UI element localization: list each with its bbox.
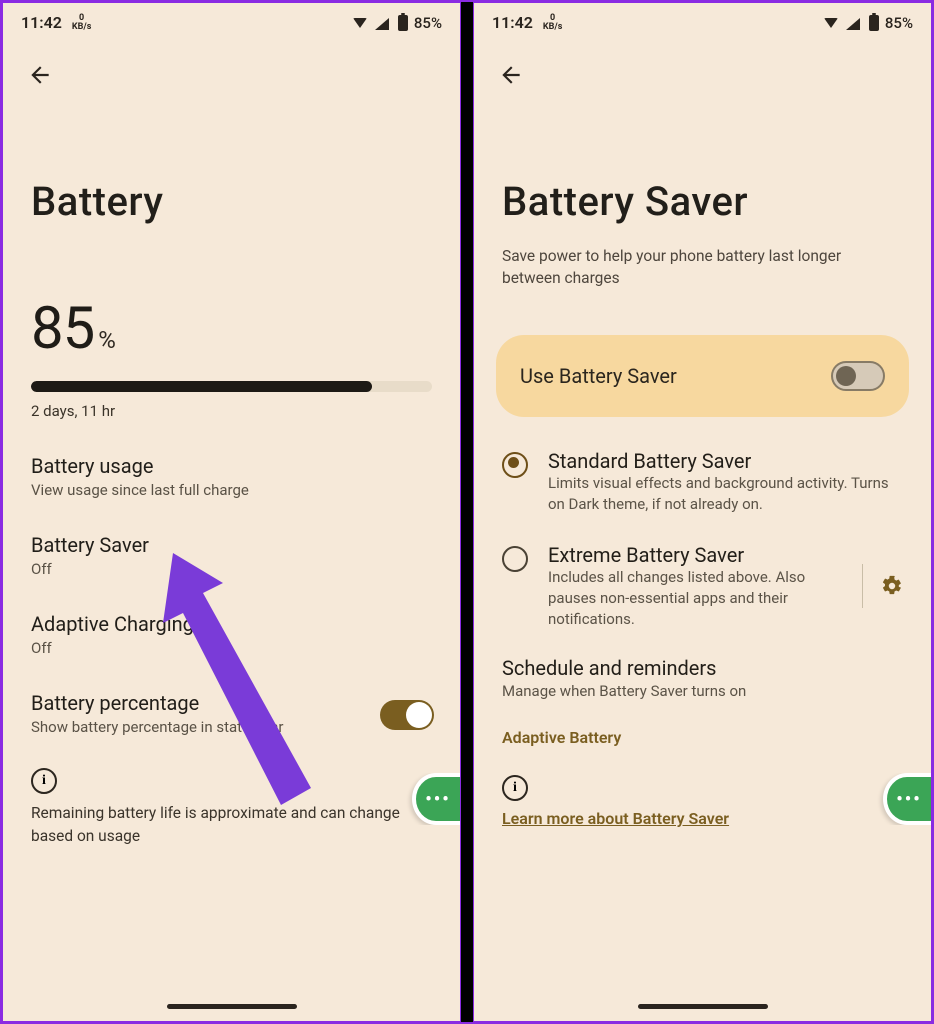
use-battery-saver-card[interactable]: Use Battery Saver: [496, 335, 909, 417]
extreme-saver-settings-button[interactable]: [862, 564, 903, 608]
fab-more-button[interactable]: •••: [412, 773, 460, 825]
setting-title: Battery percentage: [31, 691, 432, 715]
nav-pill[interactable]: [167, 1004, 297, 1009]
setting-title: Battery Saver: [31, 533, 432, 557]
cell-signal-icon: [845, 16, 863, 30]
setting-desc: Manage when Battery Saver turns on: [502, 680, 903, 700]
status-bar: 11:42 0 KB/s 85%: [474, 3, 931, 34]
setting-desc: Off: [31, 638, 432, 659]
battery-progress-fill: [31, 381, 372, 392]
page-title: Battery: [3, 88, 460, 245]
battery-percentage-toggle[interactable]: [380, 700, 434, 730]
status-battery-pct: 85%: [414, 14, 442, 32]
adaptive-battery-section-label: Adaptive Battery: [474, 700, 931, 753]
battery-saver-item[interactable]: Battery Saver Off: [3, 517, 460, 596]
battery-note: Remaining battery life is approximate an…: [3, 802, 460, 849]
battery-progress-bar: [31, 381, 432, 392]
status-time: 11:42: [21, 13, 62, 32]
option-desc: Includes all changes listed above. Also …: [548, 567, 849, 630]
status-bar: 11:42 0 KB/s 85%: [3, 3, 460, 34]
status-net-rate: 0 KB/s: [543, 14, 562, 32]
back-button[interactable]: [498, 62, 524, 88]
nav-pill[interactable]: [638, 1004, 768, 1009]
radio-unselected[interactable]: [502, 546, 528, 572]
gear-icon: [881, 575, 903, 597]
option-title: Standard Battery Saver: [548, 449, 903, 473]
setting-desc: Off: [31, 559, 432, 580]
setting-title: Schedule and reminders: [502, 656, 903, 680]
battery-settings-screen: 11:42 0 KB/s 85% Battery 85 %: [2, 2, 461, 1022]
use-battery-saver-label: Use Battery Saver: [520, 364, 677, 388]
extreme-saver-option[interactable]: Extreme Battery Saver Includes all chang…: [474, 529, 931, 644]
status-net-rate: 0 KB/s: [72, 14, 91, 32]
setting-title: Battery usage: [31, 454, 432, 478]
radio-selected[interactable]: [502, 452, 528, 478]
learn-more-link[interactable]: Learn more about Battery Saver: [502, 809, 729, 828]
setting-title: Adaptive Charging: [31, 612, 432, 636]
battery-percentage-item[interactable]: Battery percentage Show battery percenta…: [3, 675, 460, 754]
status-battery-pct: 85%: [885, 14, 913, 32]
battery-usage-item[interactable]: Battery usage View usage since last full…: [3, 438, 460, 517]
standard-saver-option[interactable]: Standard Battery Saver Limits visual eff…: [474, 435, 931, 529]
battery-estimate: 2 days, 11 hr: [3, 398, 460, 438]
info-icon: i: [502, 775, 528, 801]
battery-percent-unit: %: [98, 326, 116, 358]
option-desc: Limits visual effects and background act…: [548, 473, 903, 515]
page-title: Battery Saver: [474, 88, 931, 245]
setting-desc: View usage since last full charge: [31, 480, 432, 501]
battery-saver-screen: 11:42 0 KB/s 85% Battery Saver Save powe…: [473, 2, 932, 1022]
battery-percent-value: 85: [31, 295, 94, 363]
battery-percent-display: 85 %: [3, 245, 460, 373]
wifi-icon: [350, 16, 368, 30]
info-icon: i: [31, 768, 57, 794]
dots-icon: •••: [896, 789, 921, 810]
cell-signal-icon: [374, 16, 392, 30]
battery-icon: [869, 15, 879, 31]
schedule-reminders-item[interactable]: Schedule and reminders Manage when Batte…: [474, 644, 931, 700]
use-battery-saver-toggle[interactable]: [831, 361, 885, 391]
dots-icon: •••: [425, 789, 450, 810]
back-button[interactable]: [27, 62, 53, 88]
setting-desc: Show battery percentage in status bar: [31, 717, 432, 738]
arrow-left-icon: [27, 62, 53, 88]
page-intro: Save power to help your phone battery la…: [474, 245, 931, 290]
fab-more-button[interactable]: •••: [883, 773, 931, 825]
arrow-left-icon: [498, 62, 524, 88]
wifi-icon: [821, 16, 839, 30]
adaptive-charging-item[interactable]: Adaptive Charging Off: [3, 596, 460, 675]
option-title: Extreme Battery Saver: [548, 543, 849, 567]
status-time: 11:42: [492, 13, 533, 32]
battery-icon: [398, 15, 408, 31]
